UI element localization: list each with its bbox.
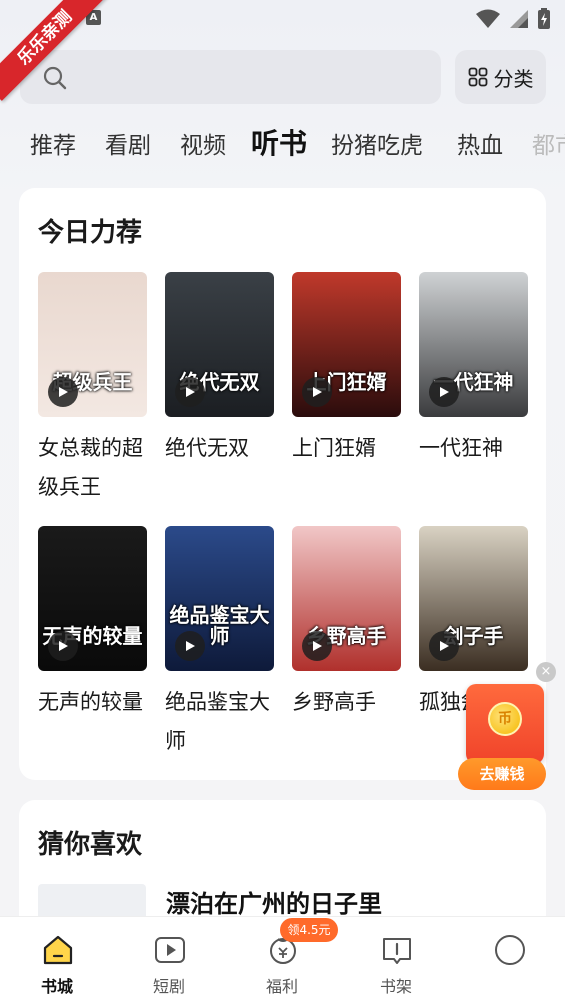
book-title[interactable]: 一代狂神: [419, 429, 528, 468]
book-cover[interactable]: 上门狂婿: [292, 272, 401, 417]
category-label: 分类: [493, 66, 534, 91]
book-item[interactable]: 绝代无双 绝代无双: [165, 272, 274, 468]
nav-label: 福利: [265, 977, 298, 996]
book-item[interactable]: 一代狂神 一代狂神: [419, 272, 528, 468]
book-title[interactable]: 绝品鉴宝大师: [165, 683, 274, 761]
close-icon[interactable]: ×: [536, 662, 556, 682]
nav-bookshelf[interactable]: 书架: [356, 917, 436, 1004]
play-icon[interactable]: [302, 377, 332, 407]
status-icons: [475, 8, 551, 30]
book-title[interactable]: 乡野高手: [292, 683, 401, 722]
nav-short-drama[interactable]: 短剧: [129, 917, 209, 1004]
profile-icon: [495, 935, 525, 965]
welfare-badge: 领4.5元: [280, 918, 338, 942]
tab-audiobook[interactable]: 听书: [251, 126, 307, 164]
book-cover[interactable]: 乡野高手: [292, 526, 401, 671]
book-title[interactable]: 漂泊在广州的日子里: [166, 884, 382, 919]
play-icon[interactable]: [429, 377, 459, 407]
book-item[interactable]: 上门狂婿 上门狂婿: [292, 272, 401, 468]
search-input[interactable]: [20, 50, 441, 104]
wifi-icon: [476, 9, 500, 28]
book-title[interactable]: 无声的较量: [38, 683, 147, 722]
category-button[interactable]: 分类: [455, 50, 546, 104]
book-item[interactable]: 绝品鉴宝大师 绝品鉴宝大师: [165, 526, 274, 761]
coin-icon: 币: [488, 702, 522, 736]
section-title: 今日力荐: [38, 218, 143, 248]
book-cover[interactable]: 绝代无双: [165, 272, 274, 417]
section-title: 猜你喜欢: [38, 830, 143, 860]
book-cover[interactable]: 无声的较量: [38, 526, 147, 671]
book-item[interactable]: 乡野高手 乡野高手: [292, 526, 401, 722]
nav-label: 书架: [379, 977, 412, 996]
play-icon[interactable]: [175, 377, 205, 407]
tab-video[interactable]: 视频: [180, 126, 226, 166]
play-icon[interactable]: [48, 377, 78, 407]
book-cover[interactable]: 超级兵王: [38, 272, 147, 417]
nav-bookstore[interactable]: 书城: [17, 917, 97, 1004]
book-item[interactable]: 超级兵王女总裁的超级兵王: [38, 272, 147, 507]
book-cover[interactable]: 一代狂神: [419, 272, 528, 417]
category-tabs: 推荐 看剧 视频 听书 扮猪吃虎 热血 都市: [30, 126, 565, 166]
tab-hot-blood[interactable]: 热血: [457, 126, 503, 166]
book-title[interactable]: 上门狂婿: [292, 429, 401, 468]
book-item[interactable]: 无声的较量 无声的较量: [38, 526, 147, 722]
tab-drama[interactable]: 看剧: [105, 126, 151, 166]
earn-money-button[interactable]: 去赚钱: [458, 758, 546, 790]
bookshelf-icon: [383, 938, 411, 964]
play-icon: [155, 937, 185, 963]
tab-urban[interactable]: 都市: [532, 126, 565, 166]
play-icon[interactable]: [302, 631, 332, 661]
book-title[interactable]: 女总裁的超级兵王: [38, 429, 147, 507]
book-cover[interactable]: 绝品鉴宝大师: [165, 526, 274, 671]
search-icon: [43, 66, 67, 90]
play-icon[interactable]: [429, 631, 459, 661]
nav-label: 短剧: [152, 977, 185, 996]
book-title[interactable]: 绝代无双: [165, 429, 274, 468]
grid-icon: [468, 67, 487, 87]
battery-icon: [538, 8, 550, 29]
nav-profile[interactable]: [469, 917, 549, 1004]
tab-pig-tiger[interactable]: 扮猪吃虎: [331, 126, 423, 166]
nav-label: 书城: [40, 977, 73, 996]
tab-recommend[interactable]: 推荐: [30, 126, 76, 166]
signal-icon: [510, 10, 528, 28]
red-envelope[interactable]: 币: [466, 684, 544, 764]
play-icon[interactable]: [48, 631, 78, 661]
book-cover[interactable]: 刽子手: [419, 526, 528, 671]
home-icon: [43, 935, 73, 965]
play-icon[interactable]: [175, 631, 205, 661]
